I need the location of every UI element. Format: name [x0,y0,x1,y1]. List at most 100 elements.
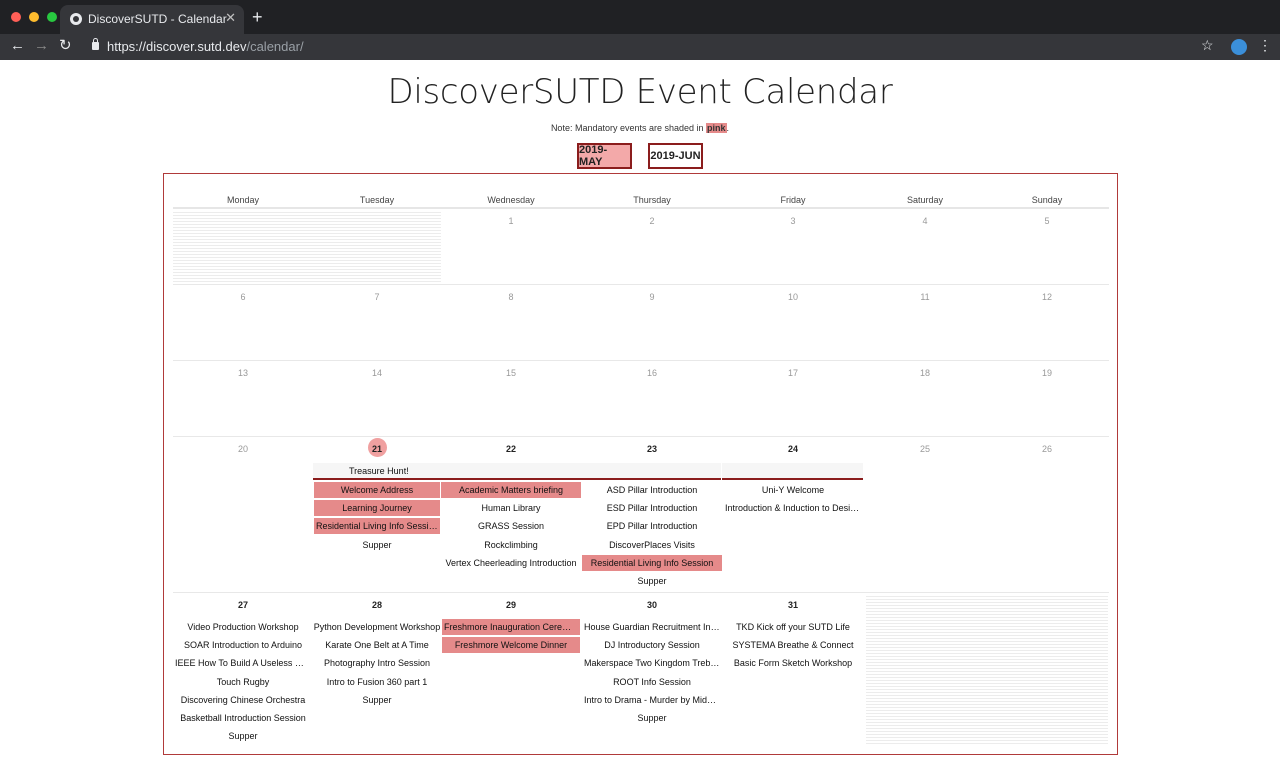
event-item[interactable]: Supper [173,728,313,744]
profile-avatar[interactable] [1231,39,1247,55]
day-number: 23 [646,444,657,454]
event-item[interactable]: Karate One Belt at A Time [307,637,447,653]
event-item[interactable]: ROOT Info Session [582,674,722,690]
event-item[interactable]: Learning Journey [314,500,440,516]
day-number: 29 [505,600,516,610]
day-number: 7 [374,292,380,302]
event-item[interactable]: Residential Living Info Session [314,518,440,534]
event-item[interactable]: Touch Rugby [173,674,313,690]
browser-tab-bar: DiscoverSUTD - Calendar ✕ + [0,0,1280,34]
day-number: 31 [787,600,798,610]
day-number: 3 [790,216,796,226]
mandatory-note: Note: Mandatory events are shaded in pin… [0,123,1280,133]
event-item[interactable]: Welcome Address [314,482,440,498]
weekday-wednesday: Wednesday [487,195,535,205]
event-item[interactable]: Rockclimbing [441,537,581,553]
event-item[interactable]: Basic Form Sketch Workshop [723,655,863,671]
day-number: 28 [371,600,382,610]
event-item[interactable]: TKD Kick off your SUTD Life [723,619,863,635]
day-number: 15 [505,368,516,378]
event-item[interactable]: SOAR Introduction to Arduino [173,637,313,653]
day-number: 8 [508,292,514,302]
day-number: 11 [920,292,930,302]
tab-title: DiscoverSUTD - Calendar [88,12,227,26]
week-divider [173,284,1109,285]
event-item[interactable]: DJ Introductory Session [582,637,722,653]
event-treasure-hunt[interactable]: Treasure Hunt! [349,466,409,476]
event-item[interactable]: Video Production Workshop [173,619,313,635]
note-suffix: . [726,123,730,133]
day-number: 9 [649,292,655,302]
event-item[interactable]: ASD Pillar Introduction [582,482,722,498]
event-item[interactable]: Supper [314,537,440,553]
event-item[interactable]: Intro to Drama - Murder by Midni… [582,692,722,708]
event-item[interactable]: Residential Living Info Session [582,555,722,571]
note-text: Note: Mandatory events are shaded in [550,123,707,133]
event-item[interactable]: House Guardian Recruitment Inf… [582,619,722,635]
weekday-friday: Friday [780,195,806,205]
event-item[interactable]: ESD Pillar Introduction [582,500,722,516]
close-window-button[interactable] [11,12,21,22]
browser-tab[interactable]: DiscoverSUTD - Calendar ✕ [60,5,244,34]
window-controls [11,12,57,22]
event-item[interactable]: GRASS Session [441,518,581,534]
browser-nav-bar: ← → ↻ https://discover.sutd.dev/calendar… [0,34,1280,60]
event-item[interactable]: Vertex Cheerleading Introduction [441,555,581,571]
day-number: 6 [240,292,246,302]
day-number: 10 [787,292,798,302]
month-button-jun[interactable]: 2019-JUN [648,143,703,169]
zoom-window-button[interactable] [47,12,57,22]
event-item[interactable]: Makerspace Two Kingdom Trebu… [582,655,722,671]
day-number: 12 [1041,292,1052,302]
reload-icon[interactable]: ↻ [59,37,72,55]
event-item[interactable]: Academic Matters briefing [441,482,581,498]
weekday-tuesday: Tuesday [359,195,395,205]
page-title: DiscoverSUTD Event Calendar [387,72,893,112]
forward-icon[interactable]: → [34,37,49,55]
day-number: 17 [787,368,798,378]
multi-day-event-bar[interactable] [722,463,863,480]
event-item[interactable]: Freshmore Inauguration Ceremony [442,619,580,635]
url-path: /calendar/ [246,39,304,54]
month-button-may[interactable]: 2019-MAY [577,143,632,169]
day-number: 14 [371,368,382,378]
event-item[interactable]: Introduction & Induction to Desig… [723,500,863,516]
back-icon[interactable]: ← [10,37,25,55]
minimize-window-button[interactable] [29,12,39,22]
event-item[interactable]: Human Library [441,500,581,516]
event-item[interactable]: SYSTEMA Breathe & Connect [723,637,863,653]
new-tab-button[interactable]: + [252,8,263,26]
weekday-saturday: Saturday [906,195,944,205]
bookmark-star-icon[interactable]: ☆ [1201,37,1214,54]
weekday-sunday: Sunday [1031,195,1063,205]
url-host: https://discover.sutd.dev [107,39,247,54]
event-item[interactable]: DiscoverPlaces Visits [582,537,722,553]
event-item[interactable]: Supper [582,710,722,726]
day-number: 19 [1041,368,1052,378]
day-number: 2 [649,216,655,226]
event-item[interactable]: Discovering Chinese Orchestra [173,692,313,708]
event-item[interactable]: Supper [307,692,447,708]
weekday-thursday: Thursday [633,195,671,205]
event-item[interactable]: Intro to Fusion 360 part 1 [307,674,447,690]
menu-icon[interactable]: ⋮ [1258,37,1272,54]
event-item[interactable]: IEEE How To Build A Useless Mac… [173,655,313,671]
day-number-today: 21 [371,444,382,454]
event-item[interactable]: Basketball Introduction Session [173,710,313,726]
event-item[interactable]: Uni-Y Welcome [723,482,863,498]
close-icon[interactable]: ✕ [225,10,236,26]
event-item[interactable]: Python Development Workshop [307,619,447,635]
event-item[interactable]: Supper [582,573,722,589]
note-pink-swatch: pink [706,123,727,133]
address-bar[interactable]: https://discover.sutd.dev/calendar/ [107,39,304,54]
event-item[interactable]: Freshmore Welcome Dinner [442,637,580,653]
event-item[interactable]: Photography Intro Session [307,655,447,671]
week-divider [173,436,1109,437]
header-divider [173,207,1109,209]
day-number: 16 [646,368,657,378]
day-number: 30 [646,600,657,610]
day-number: 18 [919,368,930,378]
day-number: 22 [505,444,516,454]
event-item[interactable]: EPD Pillar Introduction [582,518,722,534]
day-number: 1 [508,216,514,226]
